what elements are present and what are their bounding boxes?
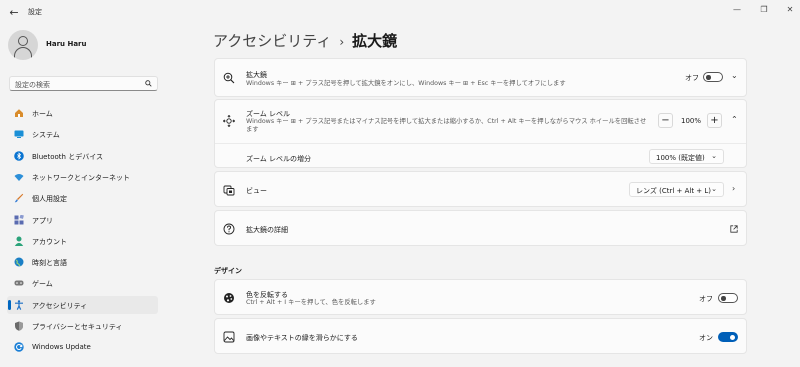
magnifier-toggle-label: オフ [685, 74, 699, 82]
selection-indicator [8, 299, 11, 310]
chevron-up-icon[interactable]: ⌄ [731, 114, 738, 123]
accessibility-icon [15, 299, 23, 310]
magnifier-title: 拡大鏡 [246, 71, 267, 79]
avatar[interactable] [8, 30, 38, 60]
close-icon[interactable]: ✕ [781, 3, 799, 17]
breadcrumb: アクセシビリティ › 拡大鏡 [213, 30, 397, 51]
search-input[interactable]: 設定の検索 [9, 76, 158, 91]
smooth-edges-toggle[interactable] [718, 332, 738, 342]
sidebar-item-apps[interactable]: アプリ [7, 211, 158, 229]
invert-colors-card: 色を反転する Ctrl + Alt + I キーを押して、色を反転します オフ [214, 279, 747, 315]
chevron-down-icon[interactable]: ⌄ [731, 71, 738, 80]
zoom-increment-dropdown[interactable]: 100% (既定値) ⌄ [649, 149, 724, 164]
home-icon [15, 109, 23, 117]
sidebar-item-accessibility[interactable]: アクセシビリティ [7, 295, 158, 314]
zoom-level-card: ズーム レベル Windows キー ⊞ + プラス記号またはマイナス記号を押し… [214, 99, 747, 168]
magnifier-card[interactable]: 拡大鏡 Windows キー ⊞ + プラス記号を押して拡大鏡をオンにし、Win… [214, 58, 747, 97]
wifi-icon [14, 173, 24, 181]
app-title: 設定 [28, 8, 42, 16]
search-icon [145, 80, 152, 87]
chevron-right-icon[interactable]: › [732, 184, 735, 193]
zoom-increment-value: 100% (既定値) [656, 154, 705, 162]
sidebar-item-gaming[interactable]: ゲーム [7, 274, 158, 292]
user-name: Haru Haru [46, 40, 87, 48]
magnifier-details-card[interactable]: 拡大鏡の詳細 [214, 210, 747, 246]
globe-icon [14, 257, 24, 267]
zoom-move-icon [223, 115, 235, 127]
maximize-icon[interactable]: ❐ [755, 3, 773, 17]
breadcrumb-separator: › [339, 35, 345, 49]
magnifier-toggle[interactable] [703, 72, 723, 82]
sidebar-item-time-language[interactable]: 時刻と言語 [7, 253, 158, 271]
smooth-edges-title: 画像やテキストの縁を滑らかにする [246, 334, 358, 342]
smooth-edges-card: 画像やテキストの縁を滑らかにする オン [214, 318, 747, 354]
invert-colors-toggle-label: オフ [699, 295, 713, 303]
smooth-edges-toggle-label: オン [699, 334, 713, 342]
sidebar-item-privacy[interactable]: プライバシーとセキュリティ [7, 317, 158, 335]
invert-colors-icon [224, 293, 234, 303]
divider [215, 143, 746, 144]
breadcrumb-parent[interactable]: アクセシビリティ [213, 32, 331, 50]
magnifier-description: Windows キー ⊞ + プラス記号を押して拡大鏡をオンにし、Windows… [246, 80, 566, 87]
view-value: レンズ (Ctrl + Alt + L) [636, 187, 712, 195]
page-title: 拡大鏡 [352, 32, 398, 50]
title-bar: ← 設定 — ❐ ✕ [0, 0, 800, 26]
brush-icon [14, 193, 24, 203]
search-placeholder: 設定の検索 [15, 81, 50, 89]
view-card[interactable]: ビュー レンズ (Ctrl + Alt + L) ⌄ › [214, 171, 747, 207]
magnifier-icon [223, 72, 235, 84]
apps-icon [14, 214, 24, 224]
view-icon [223, 185, 235, 196]
bluetooth-icon [14, 150, 24, 161]
view-title: ビュー [246, 187, 267, 195]
image-icon [223, 331, 235, 343]
help-icon [223, 223, 235, 235]
chevron-down-icon: ⌄ [711, 152, 717, 160]
sidebar-item-windows-update[interactable]: Windows Update [7, 338, 158, 356]
zoom-level-value: 100% [681, 117, 702, 125]
sidebar-item-system[interactable]: システム [7, 125, 158, 143]
gamepad-icon [14, 280, 24, 286]
monitor-icon [14, 130, 24, 139]
zoom-in-button[interactable]: + [707, 113, 722, 128]
section-heading-design: デザイン [214, 267, 242, 275]
sidebar-item-personalization[interactable]: 個人用設定 [7, 189, 158, 207]
minimize-icon[interactable]: — [728, 3, 746, 17]
sidebar-item-accounts[interactable]: アカウント [7, 232, 158, 250]
zoom-level-description: Windows キー ⊞ + プラス記号またはマイナス記号を押して拡大または縮小… [246, 118, 647, 133]
sidebar-item-bluetooth[interactable]: Bluetooth とデバイス [7, 147, 158, 165]
magnifier-details-title: 拡大鏡の詳細 [246, 226, 288, 234]
shield-icon [15, 321, 23, 331]
update-icon [14, 342, 24, 352]
chevron-down-icon: ⌄ [711, 185, 717, 193]
invert-colors-description: Ctrl + Alt + I キーを押して、色を反転します [246, 299, 376, 306]
back-arrow-icon[interactable]: ← [6, 5, 22, 21]
external-link-icon [730, 225, 738, 233]
sidebar-item-home[interactable]: ホーム [7, 104, 158, 122]
account-icon [14, 236, 24, 246]
zoom-out-button[interactable]: − [658, 113, 673, 128]
view-dropdown[interactable]: レンズ (Ctrl + Alt + L) ⌄ [629, 182, 724, 197]
sidebar-item-network[interactable]: ネットワークとインターネット [7, 168, 158, 186]
zoom-increment-label: ズーム レベルの増分 [246, 155, 312, 163]
invert-colors-toggle[interactable] [718, 293, 738, 303]
